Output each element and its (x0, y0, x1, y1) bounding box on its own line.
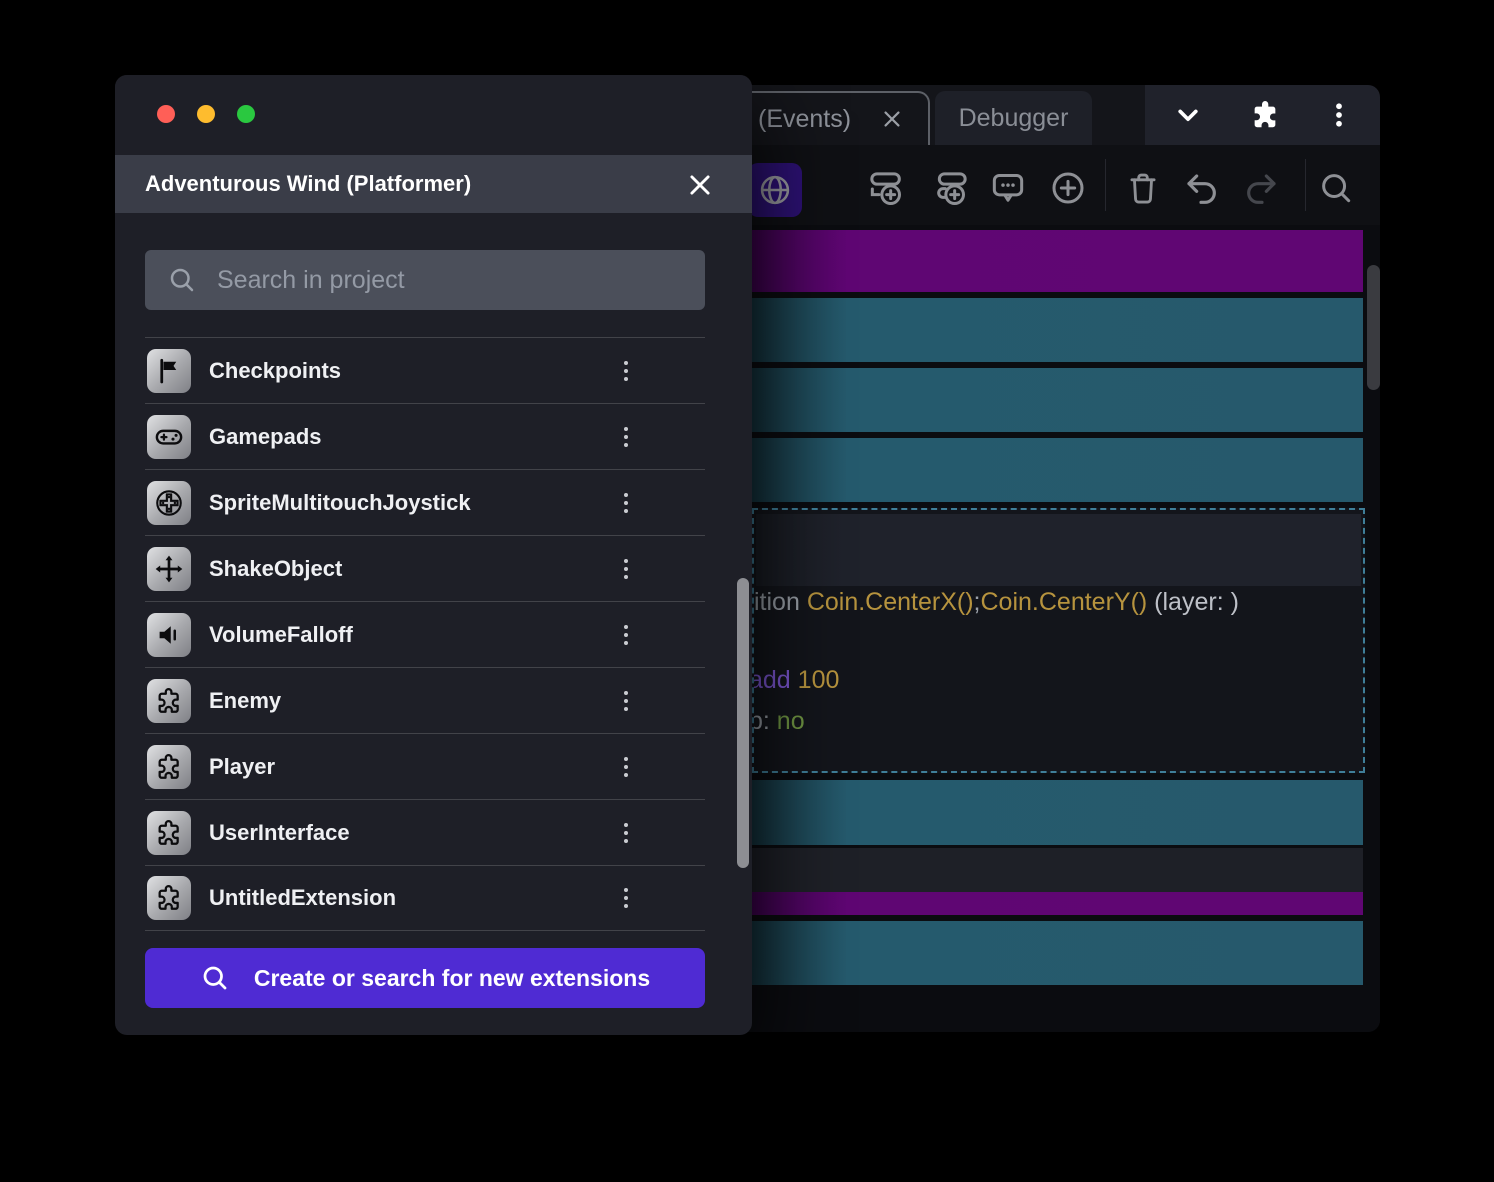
speaker-icon (147, 613, 191, 657)
extension-name: ShakeObject (209, 556, 342, 582)
undo-button[interactable] (1179, 165, 1225, 211)
list-item-untitledextension[interactable]: UntitledExtension (145, 865, 705, 931)
move-arrows-icon (147, 547, 191, 591)
puzzle-icon (147, 745, 191, 789)
kebab-menu-icon[interactable] (1324, 98, 1354, 132)
item-kebab-menu[interactable] (613, 552, 639, 586)
list-item-spritemultitouchjoystick[interactable]: SpriteMultitouchJoystick (145, 469, 705, 535)
create-extension-button-label: Create or search for new extensions (254, 965, 650, 992)
toolbar-divider (1105, 159, 1106, 211)
add-event-button[interactable] (863, 165, 909, 211)
item-kebab-menu[interactable] (613, 486, 639, 520)
list-item-player[interactable]: Player (145, 733, 705, 799)
code-layer-text: (layer: ) (1147, 588, 1239, 616)
window-controls-panel (1145, 85, 1380, 145)
globe-button[interactable] (748, 163, 802, 217)
tab-debugger-label: Debugger (959, 104, 1069, 133)
event-row-teal[interactable] (752, 780, 1363, 845)
item-kebab-menu[interactable] (613, 684, 639, 718)
extension-name: Enemy (209, 688, 281, 714)
list-item-userinterface[interactable]: UserInterface (145, 799, 705, 865)
traffic-light-close[interactable] (157, 105, 175, 123)
delete-button[interactable] (1120, 165, 1166, 211)
search-input[interactable] (217, 266, 657, 295)
add-subevent-button[interactable] (928, 165, 974, 211)
project-search-box (145, 250, 705, 310)
dialog-header: Adventurous Wind (Platformer) (115, 155, 752, 213)
item-kebab-menu[interactable] (613, 618, 639, 652)
search-events-button[interactable] (1313, 165, 1359, 211)
code-param: p: (754, 707, 777, 735)
dialog-scrollbar-thumb[interactable] (737, 578, 749, 868)
extension-name: Player (209, 754, 275, 780)
event-row-teal[interactable] (752, 921, 1363, 985)
tab-events-label: (Events) (758, 105, 851, 134)
event-row-purple[interactable] (752, 230, 1363, 292)
extensions-dialog: Adventurous Wind (Platformer) Checkpoint… (115, 75, 752, 1035)
event-action-text: ition Coin.CenterX();Coin.CenterY() (lay… (754, 588, 1363, 617)
code-keyword: add (754, 666, 791, 694)
gamepad-icon (147, 415, 191, 459)
item-kebab-menu[interactable] (613, 750, 639, 784)
traffic-light-zoom[interactable] (237, 105, 255, 123)
extension-name: UntitledExtension (209, 885, 396, 911)
item-kebab-menu[interactable] (613, 354, 639, 388)
circle-plus-button[interactable] (1045, 165, 1091, 211)
event-action-text: add 100 (754, 666, 1363, 695)
search-icon (200, 963, 230, 993)
tab-debugger[interactable]: Debugger (935, 91, 1092, 145)
flag-icon (147, 349, 191, 393)
extensions-puzzle-icon[interactable] (1247, 97, 1283, 133)
extension-name: UserInterface (209, 820, 350, 846)
event-row-teal[interactable] (752, 368, 1363, 432)
chevron-down-icon[interactable] (1171, 98, 1205, 132)
extension-name: SpriteMultitouchJoystick (209, 490, 471, 516)
code-expression: Coin.CenterX() (807, 588, 974, 616)
list-item-shakeobject[interactable]: ShakeObject (145, 535, 705, 601)
selected-event-condition-area (756, 514, 1361, 586)
code-separator: ; (974, 588, 981, 616)
item-kebab-menu[interactable] (613, 420, 639, 454)
extension-name: Checkpoints (209, 358, 341, 384)
close-icon[interactable] (683, 168, 717, 202)
list-item-gamepads[interactable]: Gamepads (145, 403, 705, 469)
list-item-volumefalloff[interactable]: VolumeFalloff (145, 601, 705, 667)
code-expression: Coin.CenterY() (981, 588, 1148, 616)
create-extension-button[interactable]: Create or search for new extensions (145, 948, 705, 1008)
events-scrollbar-thumb[interactable] (1367, 265, 1380, 390)
puzzle-icon (147, 876, 191, 920)
search-icon (167, 265, 197, 295)
event-action-text: p: no (754, 707, 1363, 736)
event-row-teal[interactable] (752, 438, 1363, 502)
extension-name: Gamepads (209, 424, 322, 450)
events-footer-area (752, 848, 1363, 892)
dialog-title: Adventurous Wind (Platformer) (145, 171, 471, 197)
redo-button[interactable] (1238, 165, 1284, 211)
code-value: 100 (791, 666, 840, 694)
code-fragment: ition (754, 588, 807, 616)
add-comment-button[interactable] (985, 165, 1031, 211)
code-value: no (777, 707, 805, 735)
extensions-list: Checkpoints Gamepads (145, 337, 705, 931)
event-row-teal[interactable] (752, 298, 1363, 362)
joystick-icon (147, 481, 191, 525)
dialog-titlebar (115, 75, 752, 155)
item-kebab-menu[interactable] (613, 816, 639, 850)
list-item-checkpoints[interactable]: Checkpoints (145, 337, 705, 403)
tab-close-icon[interactable] (881, 108, 903, 130)
puzzle-icon (147, 811, 191, 855)
traffic-light-minimize[interactable] (197, 105, 215, 123)
list-item-enemy[interactable]: Enemy (145, 667, 705, 733)
extension-name: VolumeFalloff (209, 622, 353, 648)
screen: (Events) Debugger (0, 0, 1494, 1182)
item-kebab-menu[interactable] (613, 881, 639, 915)
puzzle-icon (147, 679, 191, 723)
toolbar-divider (1305, 159, 1306, 211)
